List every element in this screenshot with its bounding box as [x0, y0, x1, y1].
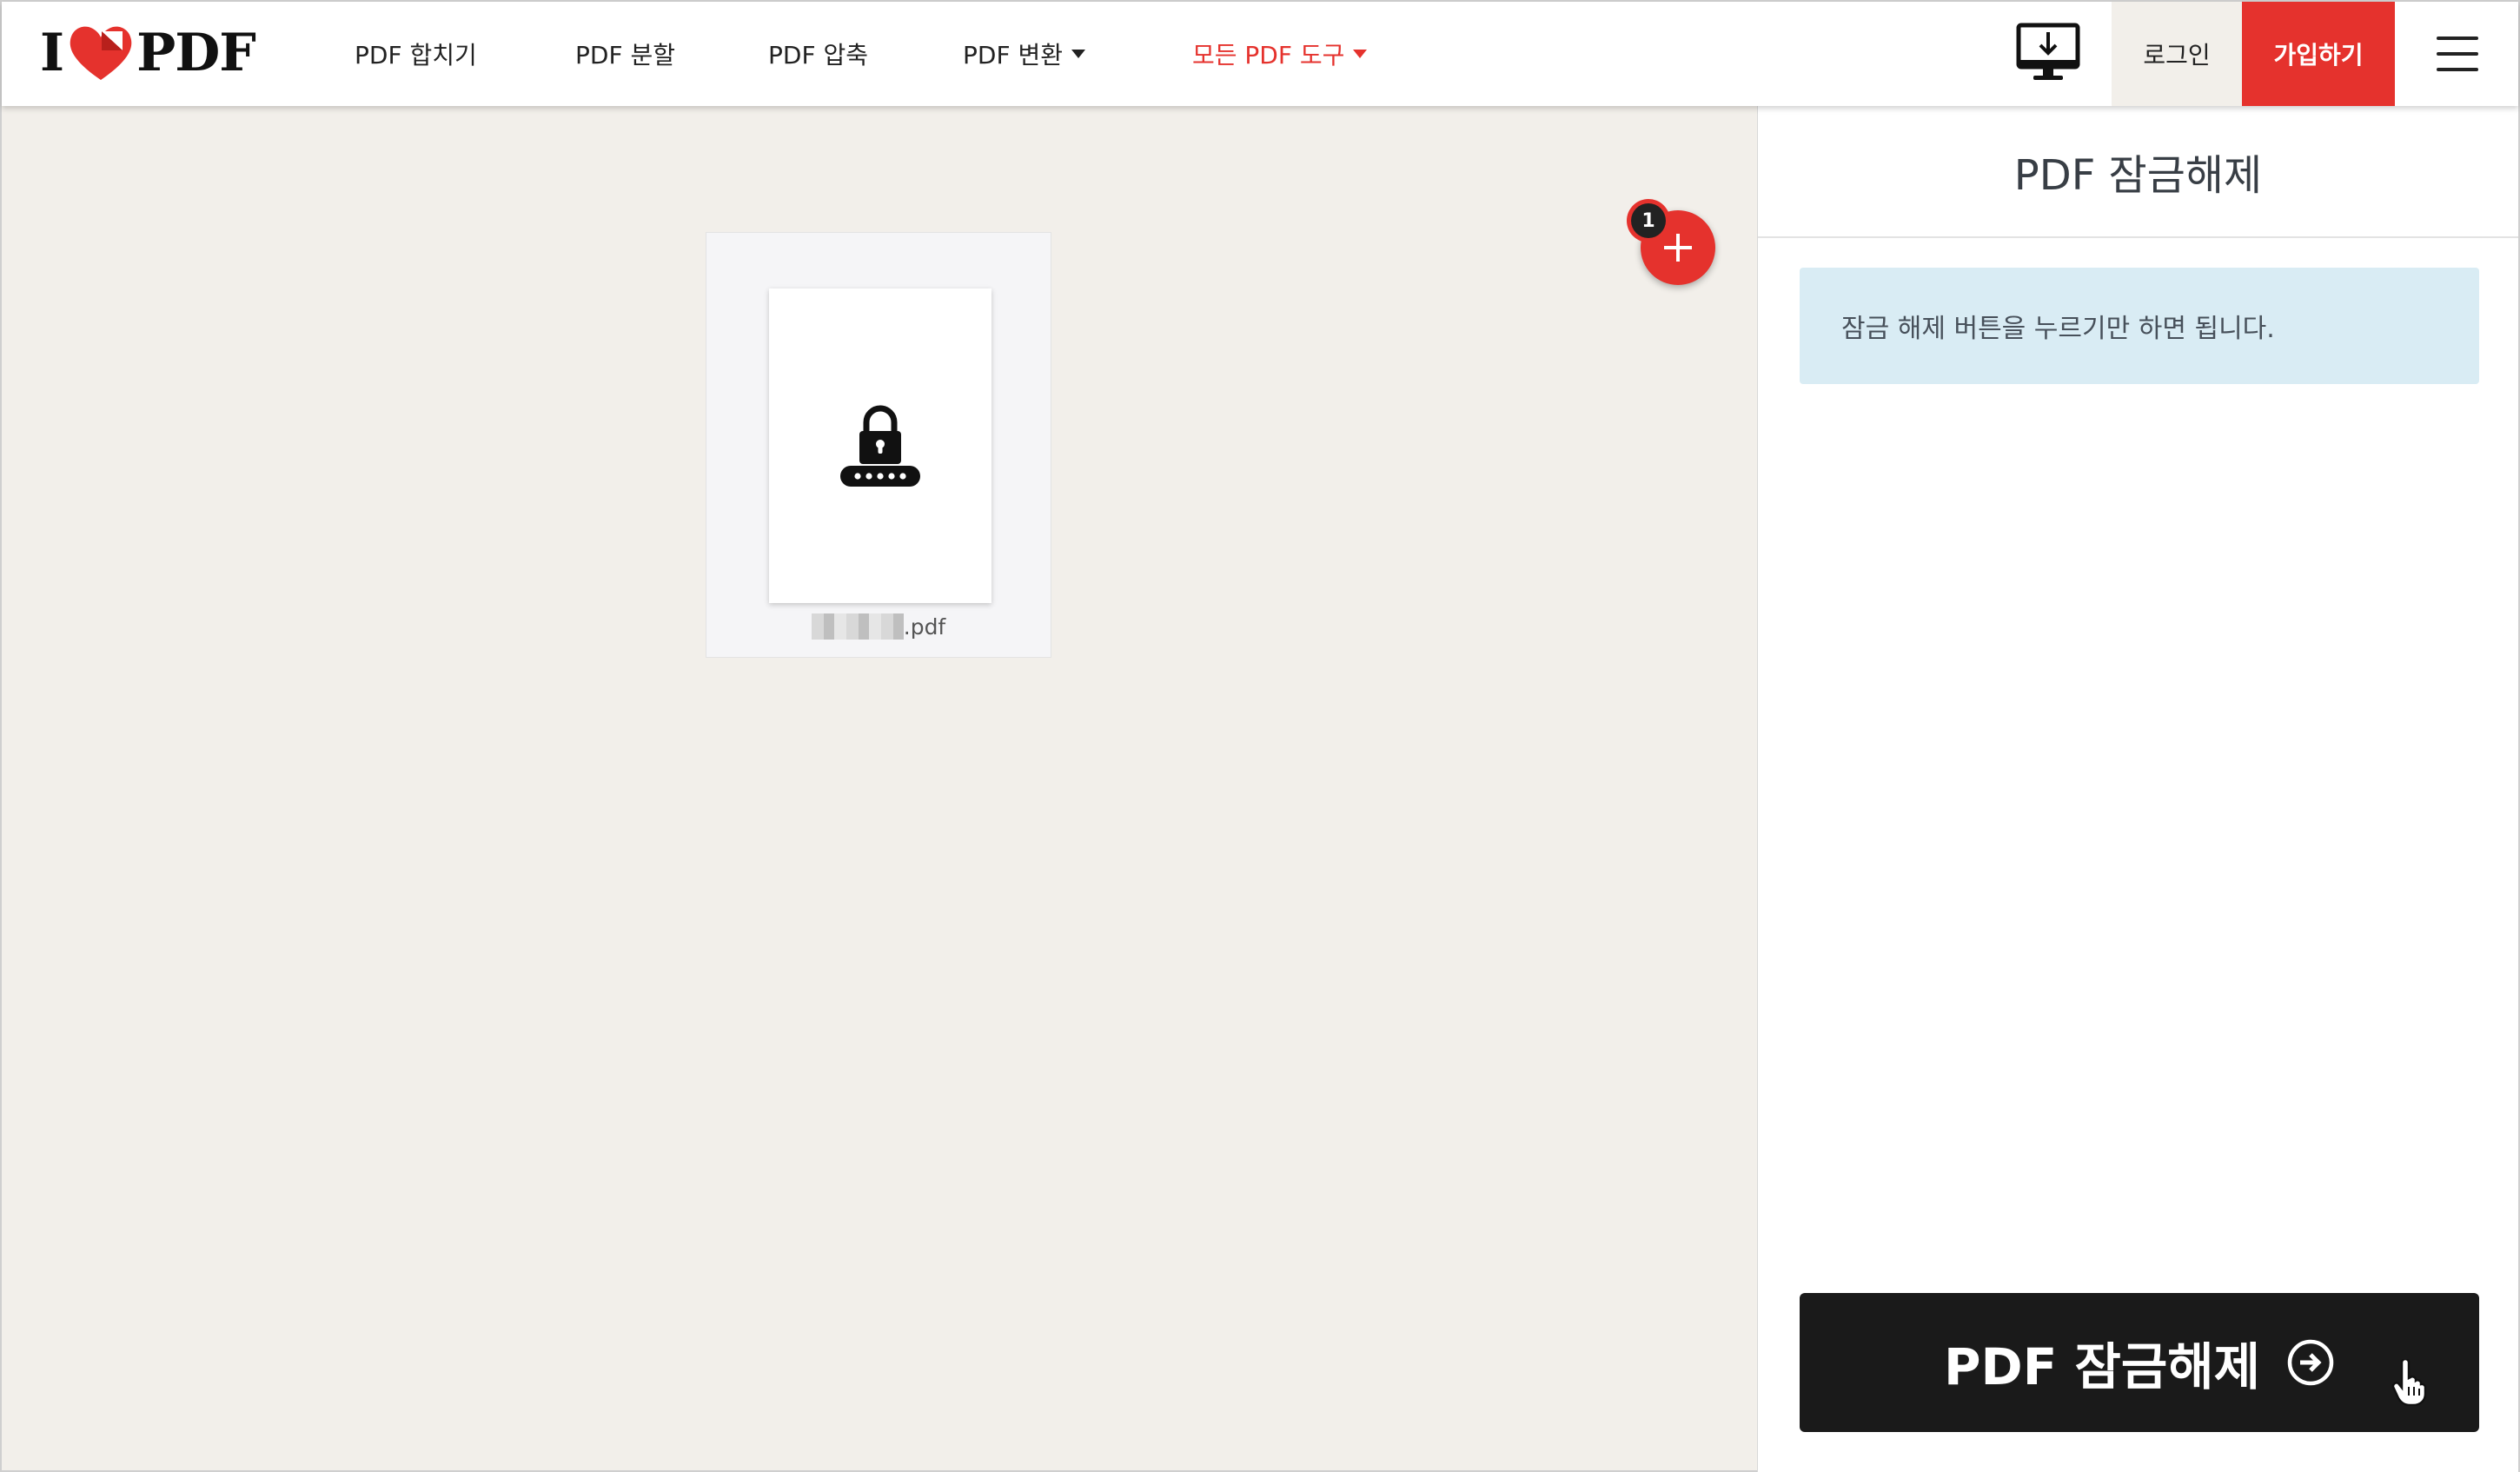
- tool-sidebar: PDF 잠금해제 잠금 해제 버튼을 누르기만 하면 됩니다. PDF 잠금해제: [1757, 106, 2518, 1472]
- nav-convert-pdf[interactable]: PDF 변환: [963, 2, 1085, 106]
- file-thumbnail: [769, 288, 991, 603]
- desktop-download-icon: [2016, 23, 2080, 80]
- nav-all-pdf-tools-label: 모든 PDF 도구: [1192, 41, 1345, 70]
- file-count: 1: [1631, 203, 1666, 238]
- nav-compress-pdf-label: PDF 압축: [768, 41, 868, 70]
- file-extension: .pdf: [903, 614, 946, 640]
- info-message: 잠금 해제 버튼을 누르기만 하면 됩니다.: [1800, 268, 2479, 384]
- signup-button[interactable]: 가입하기: [2242, 2, 2395, 106]
- desktop-app-button[interactable]: [2016, 23, 2080, 83]
- redacted-filename: [811, 613, 904, 640]
- sidebar-title: PDF 잠금해제: [1758, 106, 2518, 238]
- nav-convert-pdf-label: PDF 변환: [963, 41, 1063, 70]
- nav-merge-pdf[interactable]: PDF 합치기: [355, 2, 477, 106]
- logo-suffix: PDF: [136, 23, 256, 83]
- nav-merge-pdf-label: PDF 합치기: [355, 41, 477, 70]
- logo-prefix: I: [40, 23, 64, 83]
- info-text: 잠금 해제 버튼을 누르기만 하면 됩니다.: [1841, 314, 2275, 344]
- file-card[interactable]: .pdf: [706, 232, 1051, 658]
- nav-split-pdf-label: PDF 분할: [575, 41, 675, 70]
- file-count-badge: 1: [1627, 199, 1670, 242]
- hand-cursor-icon: [2391, 1359, 2426, 1406]
- nav-compress-pdf[interactable]: PDF 압축: [768, 2, 868, 106]
- arrow-right-circle-icon: [2287, 1339, 2334, 1386]
- plus-icon: [1664, 234, 1692, 262]
- unlock-pdf-button[interactable]: PDF 잠금해제: [1800, 1293, 2479, 1432]
- heart-icon: [70, 26, 132, 81]
- caret-down-icon: [1071, 50, 1085, 58]
- ilovepdf-logo[interactable]: I PDF: [40, 23, 256, 83]
- top-header: I PDF PDF 합치기 PDF 분할 PDF 압축 PDF 변환 모든 PD…: [2, 2, 2518, 106]
- nav-all-pdf-tools[interactable]: 모든 PDF 도구: [1192, 2, 1368, 106]
- hamburger-menu-icon[interactable]: [2437, 36, 2478, 71]
- file-name: .pdf: [706, 613, 1051, 640]
- caret-down-icon: [1353, 50, 1368, 58]
- nav-split-pdf[interactable]: PDF 분할: [575, 2, 675, 106]
- unlock-pdf-button-label: PDF 잠금해제: [1944, 1337, 2260, 1396]
- lock-password-icon: [840, 405, 920, 487]
- login-button[interactable]: 로그인: [2112, 2, 2242, 106]
